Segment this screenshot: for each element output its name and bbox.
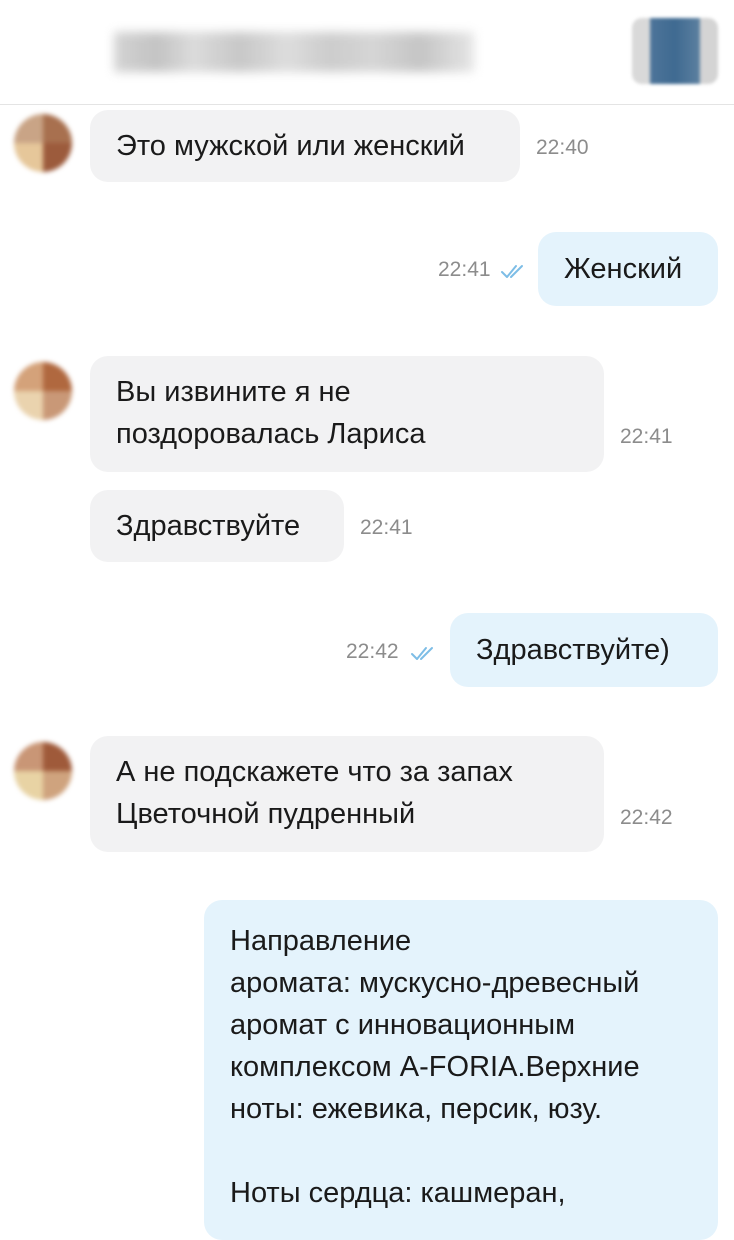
- message-bubble-incoming[interactable]: Вы извините я не поздоровалась Лариса: [90, 356, 604, 472]
- message-bubble-incoming[interactable]: Это мужской или женский: [90, 110, 520, 182]
- sender-avatar[interactable]: [14, 114, 72, 172]
- message-bubble-outgoing[interactable]: Женский: [538, 232, 718, 306]
- double-check-icon: [411, 647, 433, 660]
- message-time: 22:42: [620, 806, 673, 829]
- message-bubble-outgoing[interactable]: Направление аромата: мускусно-древесный …: [204, 900, 718, 1240]
- message-text: Женский: [564, 253, 683, 285]
- double-check-icon: [501, 265, 523, 278]
- message-time: 22:41: [620, 425, 673, 448]
- message-text: Направление аромата: мускусно-древесный …: [230, 925, 640, 1209]
- message-bubble-incoming[interactable]: А не подскажете что за запах Цветочной п…: [90, 736, 604, 852]
- message-time: 22:42: [346, 640, 399, 663]
- sender-avatar[interactable]: [14, 362, 72, 420]
- chat-header: [0, 0, 734, 105]
- message-text: А не подскажете что за запах Цветочной п…: [116, 756, 513, 830]
- message-text: Здравствуйте): [476, 634, 670, 666]
- contact-name-blurred[interactable]: [114, 32, 474, 72]
- message-bubble-incoming[interactable]: Здравствуйте: [90, 490, 344, 562]
- message-time: 22:40: [536, 136, 589, 159]
- message-time: 22:41: [360, 516, 413, 539]
- message-bubble-outgoing[interactable]: Здравствуйте): [450, 613, 718, 687]
- message-time: 22:41: [438, 258, 491, 281]
- message-text: Здравствуйте: [116, 510, 301, 542]
- contact-avatar[interactable]: [632, 18, 718, 84]
- message-text: Это мужской или женский: [116, 130, 465, 162]
- sender-avatar[interactable]: [14, 742, 72, 800]
- message-text: Вы извините я не поздоровалась Лариса: [116, 376, 426, 450]
